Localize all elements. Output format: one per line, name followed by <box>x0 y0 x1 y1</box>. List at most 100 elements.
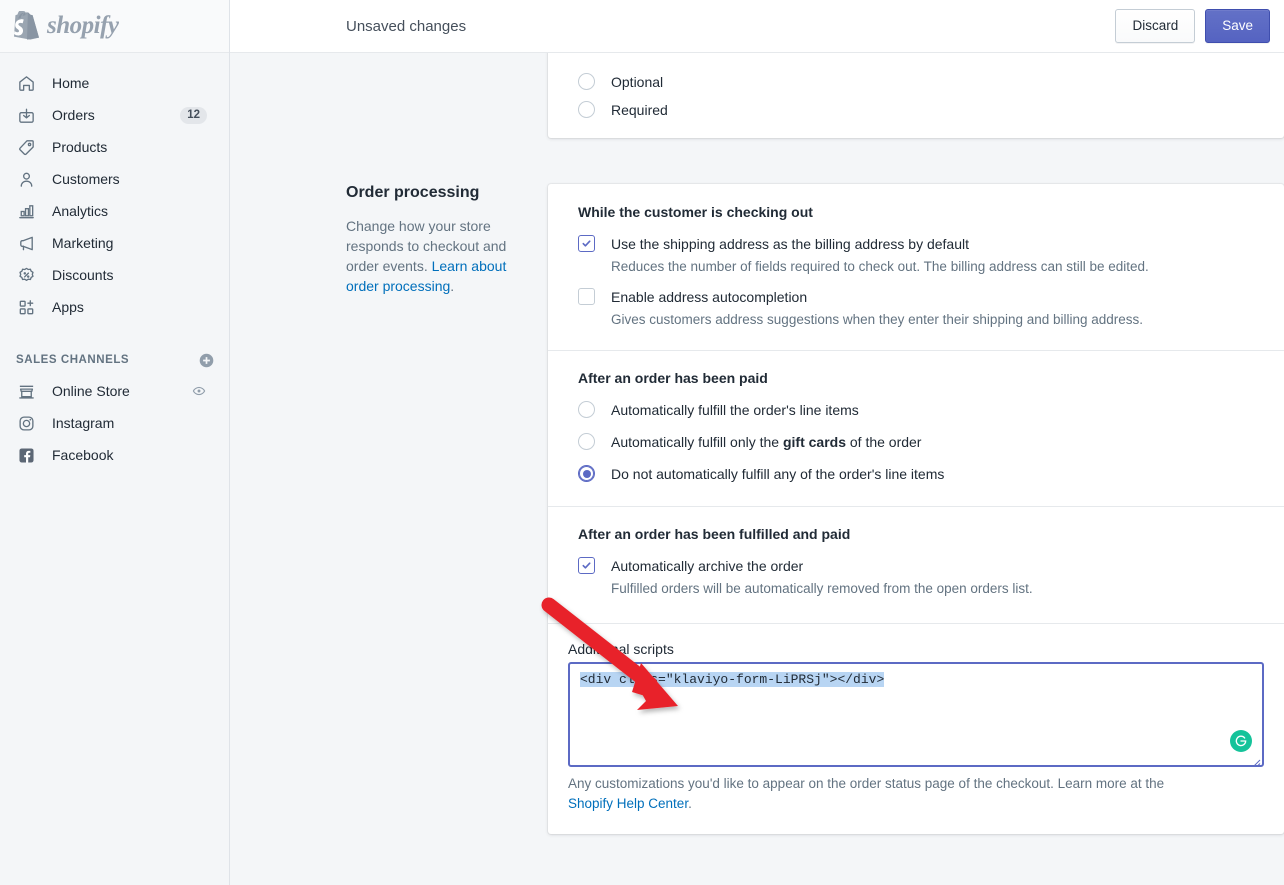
sidebar-item-facebook[interactable]: Facebook <box>8 439 221 471</box>
sidebar-item-label: Customers <box>52 171 120 187</box>
partial-right-col: Optional Required <box>548 0 1284 160</box>
orders-count-badge: 12 <box>180 106 207 124</box>
unsaved-changes-label: Unsaved changes <box>346 17 467 35</box>
option-row-optional[interactable]: Optional <box>578 72 1264 92</box>
billing-address-checkbox[interactable] <box>578 235 596 252</box>
sidebar-item-label: Facebook <box>52 447 114 463</box>
additional-scripts-field[interactable]: <div class="klaviyo-form-LiPRSj"></div> <box>568 662 1264 767</box>
discard-button[interactable]: Discard <box>1115 8 1196 44</box>
address-autocompletion-checkbox[interactable] <box>578 288 596 305</box>
plus-circle-icon[interactable] <box>198 352 215 369</box>
order-processing-heading: Order processing <box>346 184 480 201</box>
radio-row-fulfill-line-items[interactable]: Automatically fulfill the order's line i… <box>578 400 1264 420</box>
after-paid-section: After an order has been paid Automatical… <box>548 350 1284 506</box>
option-body: Automatically fulfill only the gift card… <box>611 432 1264 452</box>
auto-archive-checkbox[interactable] <box>578 557 596 574</box>
sidebar-item-customers[interactable]: Customers <box>8 163 221 195</box>
grammarly-icon[interactable] <box>1230 730 1252 752</box>
online-store-icon <box>16 381 36 401</box>
fulfill-gift-cards-radio[interactable] <box>578 433 596 450</box>
option-label: Optional <box>611 74 664 90</box>
label-part-post: of the order <box>845 434 922 450</box>
label-part-pre: Automatically fulfill only the <box>611 434 783 450</box>
additional-scripts-section: Additional scripts <div class="klaviyo-f… <box>548 623 1284 834</box>
radio-unselected-icon <box>578 433 595 450</box>
analytics-bar-chart-icon <box>16 201 36 221</box>
facebook-icon <box>16 445 36 465</box>
home-icon <box>16 73 36 93</box>
sidebar-item-apps[interactable]: Apps <box>8 291 221 323</box>
shopify-help-center-link[interactable]: Shopify Help Center <box>568 796 688 811</box>
sales-channels-header: SALES CHANNELS <box>16 349 215 371</box>
option-body: Automatically archive the order Fulfille… <box>611 556 1264 599</box>
sidebar-item-home[interactable]: Home <box>8 67 221 99</box>
sidebar: shopify Home Orders 12 Products Customer… <box>0 0 230 885</box>
section-order-processing: Order processing Change how your store r… <box>230 184 1284 856</box>
option-label: Automatically fulfill only the gift card… <box>611 434 921 450</box>
after-fulfilled-title: After an order has been fulfilled and pa… <box>578 526 851 542</box>
option-help-text: Gives customers address suggestions when… <box>611 312 1144 327</box>
products-tag-icon <box>16 137 36 157</box>
selected-script-text: <div class="klaviyo-form-LiPRSj"></div> <box>580 672 885 687</box>
do-not-fulfill-radio[interactable] <box>578 465 596 482</box>
option-row-required[interactable]: Required <box>578 100 1264 120</box>
sidebar-item-instagram[interactable]: Instagram <box>8 407 221 439</box>
sidebar-item-orders[interactable]: Orders 12 <box>8 99 221 131</box>
option-body: Required <box>611 100 1264 120</box>
partial-left-col <box>230 53 548 160</box>
order-processing-intro: Order processing Change how your store r… <box>230 184 548 856</box>
sidebar-item-label: Analytics <box>52 203 109 219</box>
description-suffix: . <box>450 278 455 294</box>
save-button[interactable]: Save <box>1205 8 1270 44</box>
checkbox-checked-icon <box>578 557 595 574</box>
sidebar-item-label: Marketing <box>52 235 114 251</box>
brand-name: shopify <box>47 12 119 39</box>
marketing-megaphone-icon <box>16 233 36 253</box>
fulfill-line-items-radio[interactable] <box>578 401 596 418</box>
sidebar-item-analytics[interactable]: Analytics <box>8 195 221 227</box>
eye-icon[interactable] <box>191 383 207 399</box>
checkbox-checked-icon <box>578 235 595 252</box>
option-label: Automatically fulfill the order's line i… <box>611 402 859 418</box>
checkbox-unchecked-icon <box>578 288 595 305</box>
sidebar-item-label: Products <box>52 139 108 155</box>
option-body: Optional <box>611 72 1264 92</box>
radio-selected-icon <box>578 465 595 482</box>
additional-scripts-label: Additional scripts <box>568 641 674 657</box>
main-area: Unsaved changes Discard Save Optional Re… <box>230 0 1284 885</box>
customers-person-icon <box>16 169 36 189</box>
optional-radio[interactable] <box>578 73 596 90</box>
radio-row-fulfill-gift-cards[interactable]: Automatically fulfill only the gift card… <box>578 432 1264 452</box>
sidebar-item-products[interactable]: Products <box>8 131 221 163</box>
checkbox-row-billing-address[interactable]: Use the shipping address as the billing … <box>578 234 1264 277</box>
brand-logo[interactable]: shopify <box>0 0 229 53</box>
option-body: Enable address autocompletion Gives cust… <box>611 287 1264 330</box>
sidebar-item-label: Discounts <box>52 267 114 283</box>
order-processing-card-col: While the customer is checking out Use t… <box>548 184 1284 856</box>
order-processing-card: While the customer is checking out Use t… <box>548 184 1284 834</box>
sidebar-item-online-store[interactable]: Online Store <box>8 375 221 407</box>
sidebar-item-discounts[interactable]: Discounts <box>8 259 221 291</box>
app-root: shopify Home Orders 12 Products Customer… <box>0 0 1284 885</box>
sales-channels-title: SALES CHANNELS <box>16 354 130 366</box>
label-part-strong: gift cards <box>782 434 846 450</box>
section-partial-top: Optional Required <box>230 0 1284 160</box>
sidebar-item-label: Online Store <box>52 383 130 399</box>
radio-row-do-not-fulfill[interactable]: Do not automatically fulfill any of the … <box>578 464 1264 484</box>
checkbox-row-auto-archive[interactable]: Automatically archive the order Fulfille… <box>578 556 1264 599</box>
additional-scripts-textarea[interactable]: <div class="klaviyo-form-LiPRSj"></div> <box>568 662 1264 767</box>
option-label: Do not automatically fulfill any of the … <box>611 466 945 482</box>
option-label: Use the shipping address as the billing … <box>611 236 969 252</box>
apps-grid-plus-icon <box>16 297 36 317</box>
discounts-percent-icon <box>16 265 36 285</box>
option-help-text: Fulfilled orders will be automatically r… <box>611 581 1033 596</box>
radio-unselected-icon <box>578 401 595 418</box>
sidebar-nav: Home Orders 12 Products Customers Analyt… <box>0 53 229 471</box>
required-radio[interactable] <box>578 101 596 118</box>
sidebar-item-label: Apps <box>52 299 84 315</box>
settings-scroll-area[interactable]: Optional Required Order processing Chang… <box>230 0 1284 885</box>
sidebar-item-marketing[interactable]: Marketing <box>8 227 221 259</box>
instagram-icon <box>16 413 36 433</box>
help-text: Any customizations you'd like to appear … <box>568 776 1165 791</box>
checkbox-row-address-autocompletion[interactable]: Enable address autocompletion Gives cust… <box>578 287 1264 330</box>
